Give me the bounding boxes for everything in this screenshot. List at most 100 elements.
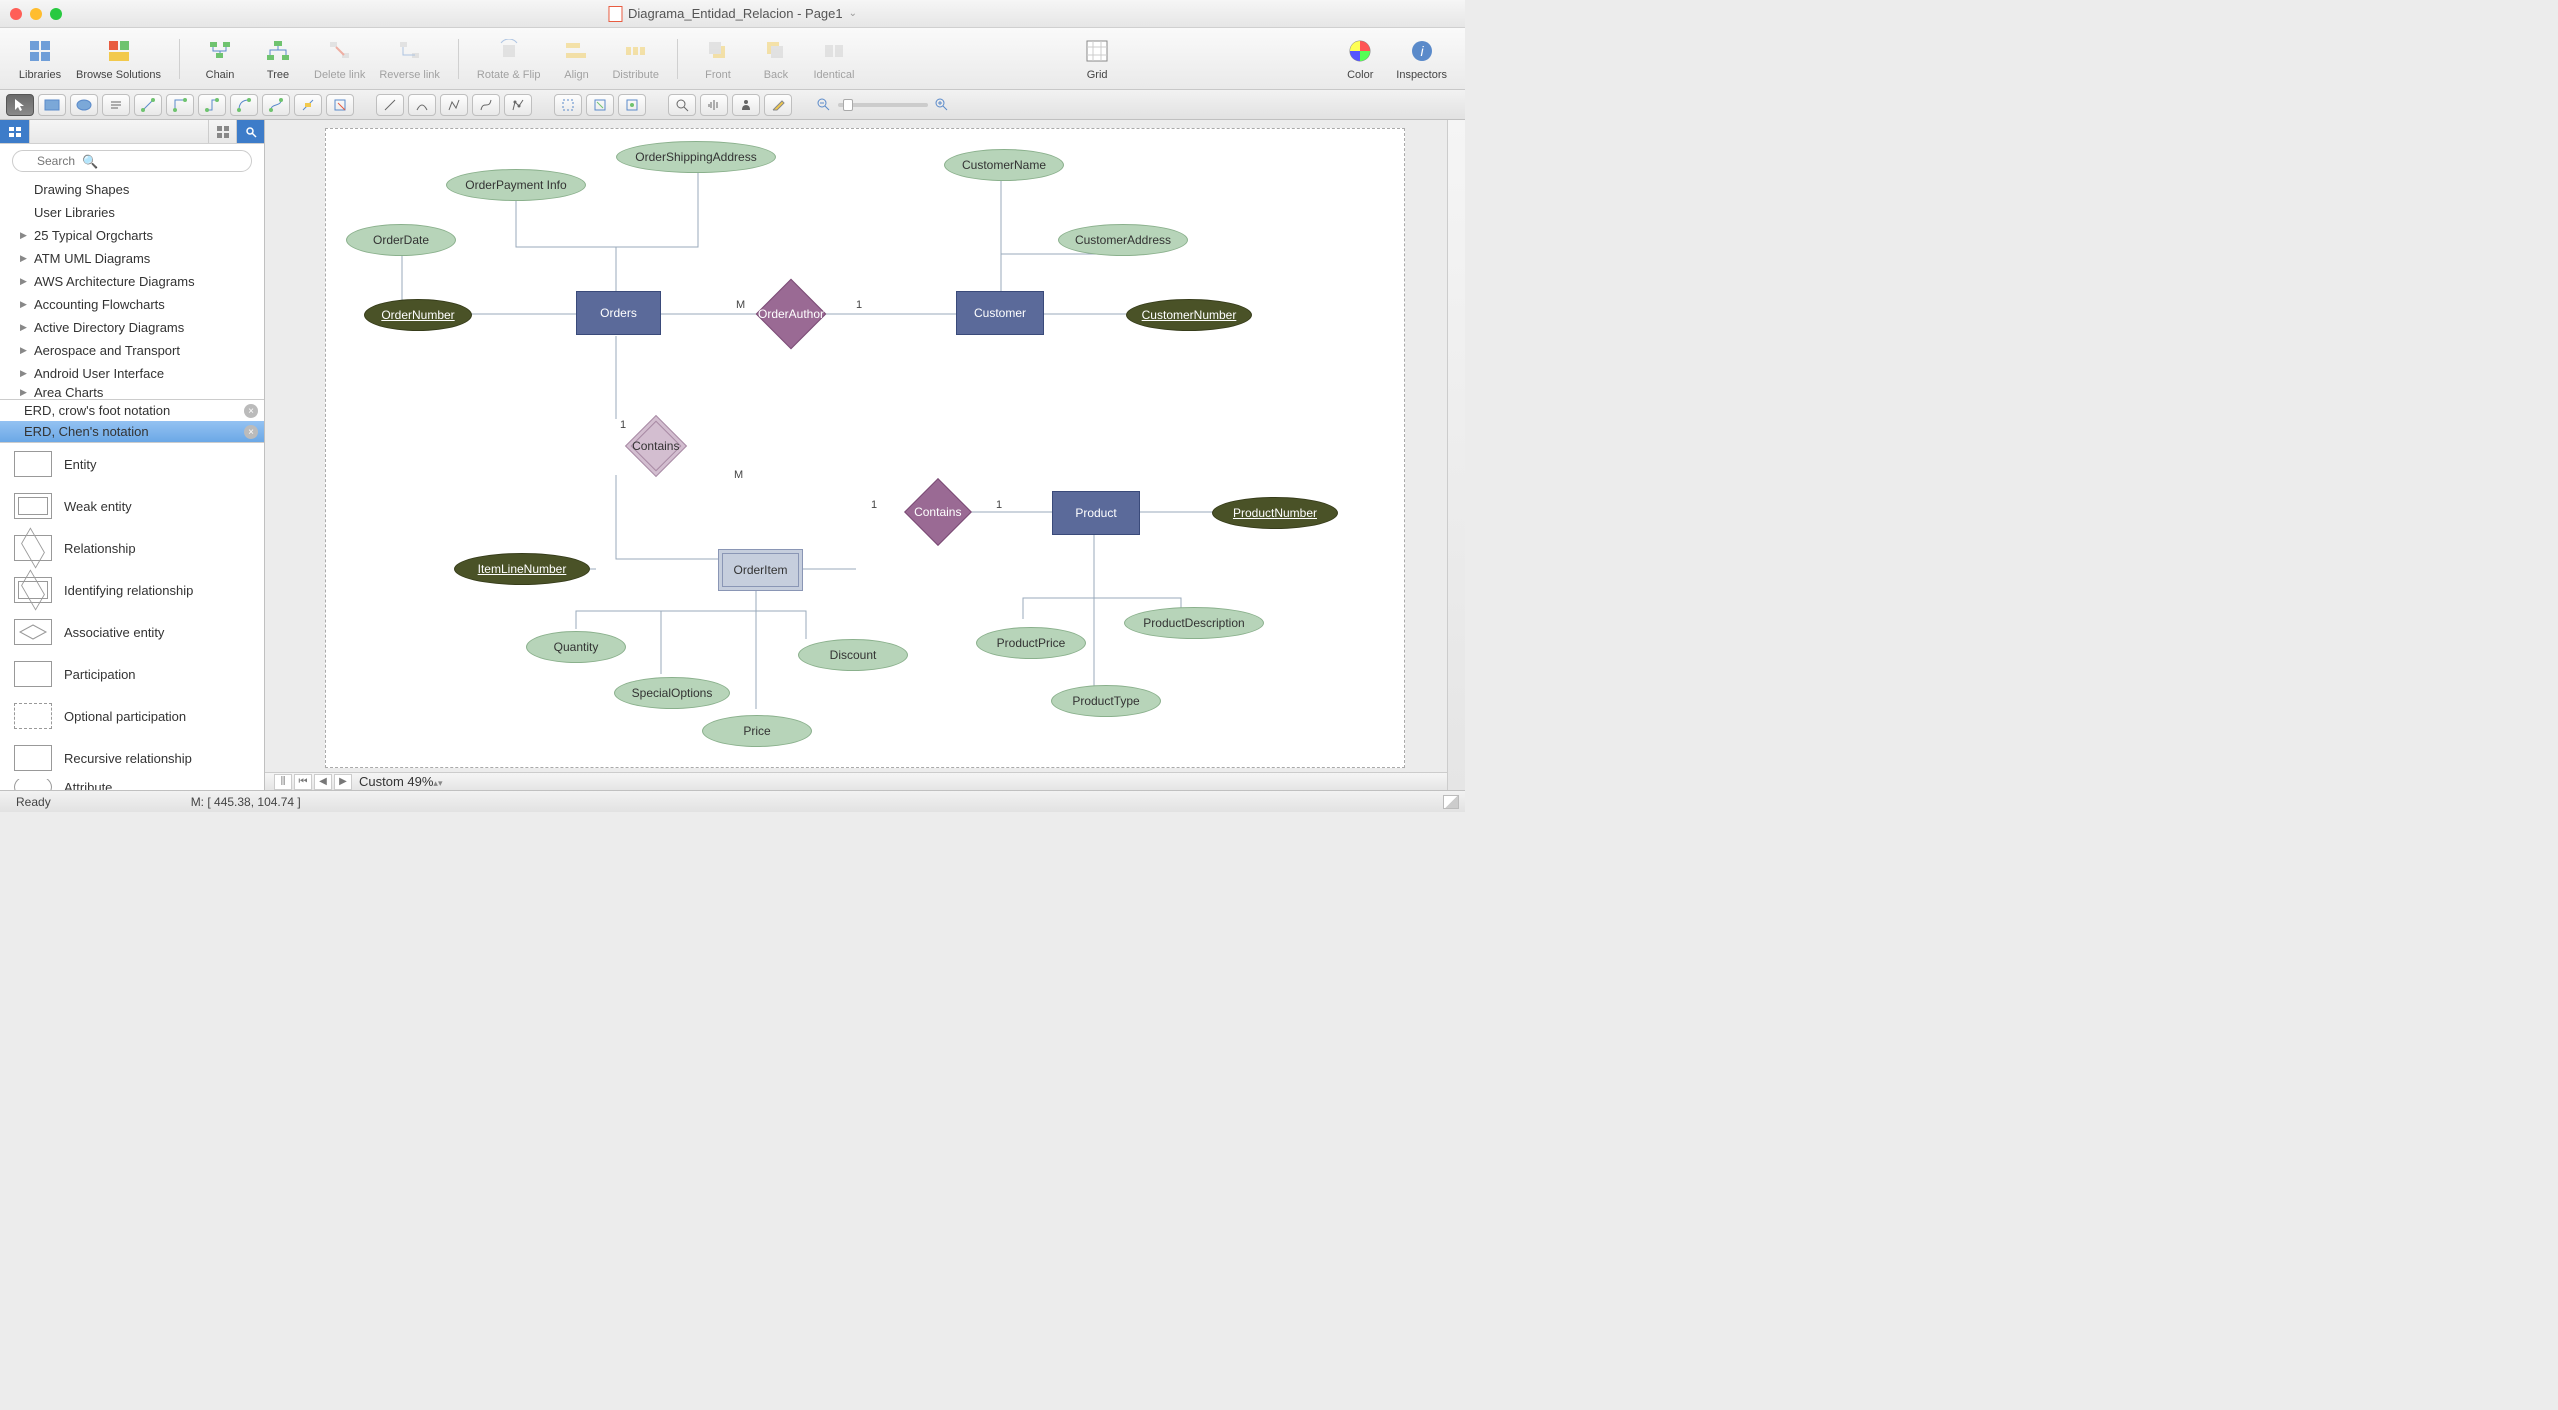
sidebar-category[interactable]: ▶Aerospace and Transport [0,339,264,362]
minimize-window-icon[interactable] [30,8,42,20]
attr-price[interactable]: Price [702,715,812,747]
attr-order-payment[interactable]: OrderPayment Info [446,169,586,201]
reverse-link-button[interactable]: Reverse link [379,37,440,81]
entity-orders[interactable]: Orders [576,291,661,335]
rel-contains-1[interactable]: Contains [625,415,687,477]
entity-order-item[interactable]: OrderItem [718,549,803,591]
attr-customer-name[interactable]: CustomerName [944,149,1064,181]
attr-order-shipping[interactable]: OrderShippingAddress [616,141,776,173]
connector-4[interactable] [230,94,258,116]
resize-grip-icon[interactable] [1443,795,1459,809]
tab-chen[interactable]: ERD, Chen's notation× [0,421,264,442]
grid-view-icon[interactable] [208,120,236,143]
tab-crowfoot[interactable]: ERD, crow's foot notation× [0,400,264,421]
entity-product[interactable]: Product [1052,491,1140,535]
zoom-in-icon[interactable] [934,97,950,113]
search-input[interactable] [12,150,252,172]
attr-item-line-number[interactable]: ItemLineNumber [454,553,590,585]
entity-customer[interactable]: Customer [956,291,1044,335]
rect-tool[interactable] [38,94,66,116]
sidebar-category[interactable]: ▶Active Directory Diagrams [0,316,264,339]
attr-product-description[interactable]: ProductDescription [1124,607,1264,639]
shape-participation[interactable]: Participation [0,653,264,695]
shape-recursive-relationship[interactable]: Recursive relationship [0,737,264,779]
select-tool-3[interactable] [618,94,646,116]
attr-customer-number[interactable]: CustomerNumber [1126,299,1252,331]
select-tool-2[interactable] [586,94,614,116]
prev-page-icon[interactable]: ◀ [314,774,332,790]
line-tool-2[interactable] [408,94,436,116]
pan-tool[interactable] [700,94,728,116]
shape-entity[interactable]: Entity [0,443,264,485]
sidebar-category[interactable]: ▶Area Charts [0,385,264,399]
front-button[interactable]: Front [696,37,740,81]
connector-7[interactable] [326,94,354,116]
shape-identifying-relationship[interactable]: Identifying relationship [0,569,264,611]
sidebar-category[interactable]: ▶ATM UML Diagrams [0,247,264,270]
ellipse-tool[interactable] [70,94,98,116]
person-tool[interactable] [732,94,760,116]
attr-product-price[interactable]: ProductPrice [976,627,1086,659]
line-tool-5[interactable] [504,94,532,116]
search-view-icon[interactable] [236,120,264,143]
align-button[interactable]: Align [554,37,598,81]
page[interactable]: OrderDate OrderPayment Info OrderShippin… [325,128,1405,768]
canvas[interactable]: OrderDate OrderPayment Info OrderShippin… [265,120,1447,790]
distribute-button[interactable]: Distribute [612,37,658,81]
shape-attribute[interactable]: Attribute [0,779,264,790]
zoom-slider[interactable] [816,97,950,113]
connector-5[interactable] [262,94,290,116]
connector-3[interactable] [198,94,226,116]
split-icon[interactable]: ⫼ [274,774,292,790]
attr-product-type[interactable]: ProductType [1051,685,1161,717]
browse-solutions-button[interactable]: Browse Solutions [76,37,161,81]
sidebar-category[interactable]: ▶AWS Architecture Diagrams [0,270,264,293]
delete-link-button[interactable]: Delete link [314,37,365,81]
zoom-window-icon[interactable] [50,8,62,20]
attr-order-date[interactable]: OrderDate [346,224,456,256]
sidebar-category[interactable]: User Libraries [0,201,264,224]
zoom-tool[interactable] [668,94,696,116]
text-tool[interactable] [102,94,130,116]
close-window-icon[interactable] [10,8,22,20]
line-tool-4[interactable] [472,94,500,116]
zoom-out-icon[interactable] [816,97,832,113]
attr-discount[interactable]: Discount [798,639,908,671]
shape-associative-entity[interactable]: Associative entity [0,611,264,653]
grid-button[interactable]: Grid [1075,37,1119,81]
attr-product-number[interactable]: ProductNumber [1212,497,1338,529]
attr-quantity[interactable]: Quantity [526,631,626,663]
attr-customer-address[interactable]: CustomerAddress [1058,224,1188,256]
first-page-icon[interactable]: ⏮ [294,774,312,790]
pointer-tool[interactable] [6,94,34,116]
sidebar-category[interactable]: ▶Android User Interface [0,362,264,385]
line-tool-3[interactable] [440,94,468,116]
connector-1[interactable] [134,94,162,116]
sidebar-category[interactable]: ▶Accounting Flowcharts [0,293,264,316]
rel-order-author[interactable]: OrderAuthor [756,279,827,350]
close-icon[interactable]: × [244,404,258,418]
rel-contains-2[interactable]: Contains [904,478,972,546]
chain-button[interactable]: Chain [198,37,242,81]
shape-optional-participation[interactable]: Optional participation [0,695,264,737]
back-button[interactable]: Back [754,37,798,81]
libraries-button[interactable]: Libraries [18,37,62,81]
tree-button[interactable]: Tree [256,37,300,81]
line-tool-1[interactable] [376,94,404,116]
zoom-selector[interactable]: Custom 49%▴▾ [359,774,442,789]
sidebar-category[interactable]: ▶25 Typical Orgcharts [0,224,264,247]
inspectors-button[interactable]: i Inspectors [1396,37,1447,81]
connector-6[interactable] [294,94,322,116]
identical-button[interactable]: Identical [812,37,856,81]
color-button[interactable]: Color [1338,37,1382,81]
document-title[interactable]: Diagrama_Entidad_Relacion - Page1 ⌄ [608,6,857,22]
connector-2[interactable] [166,94,194,116]
select-tool-1[interactable] [554,94,582,116]
pencil-tool[interactable] [764,94,792,116]
next-page-icon[interactable]: ▶ [334,774,352,790]
rotate-flip-button[interactable]: Rotate & Flip [477,37,541,81]
shape-weak-entity[interactable]: Weak entity [0,485,264,527]
close-icon[interactable]: × [244,425,258,439]
attr-special-options[interactable]: SpecialOptions [614,677,730,709]
shape-relationship[interactable]: Relationship [0,527,264,569]
